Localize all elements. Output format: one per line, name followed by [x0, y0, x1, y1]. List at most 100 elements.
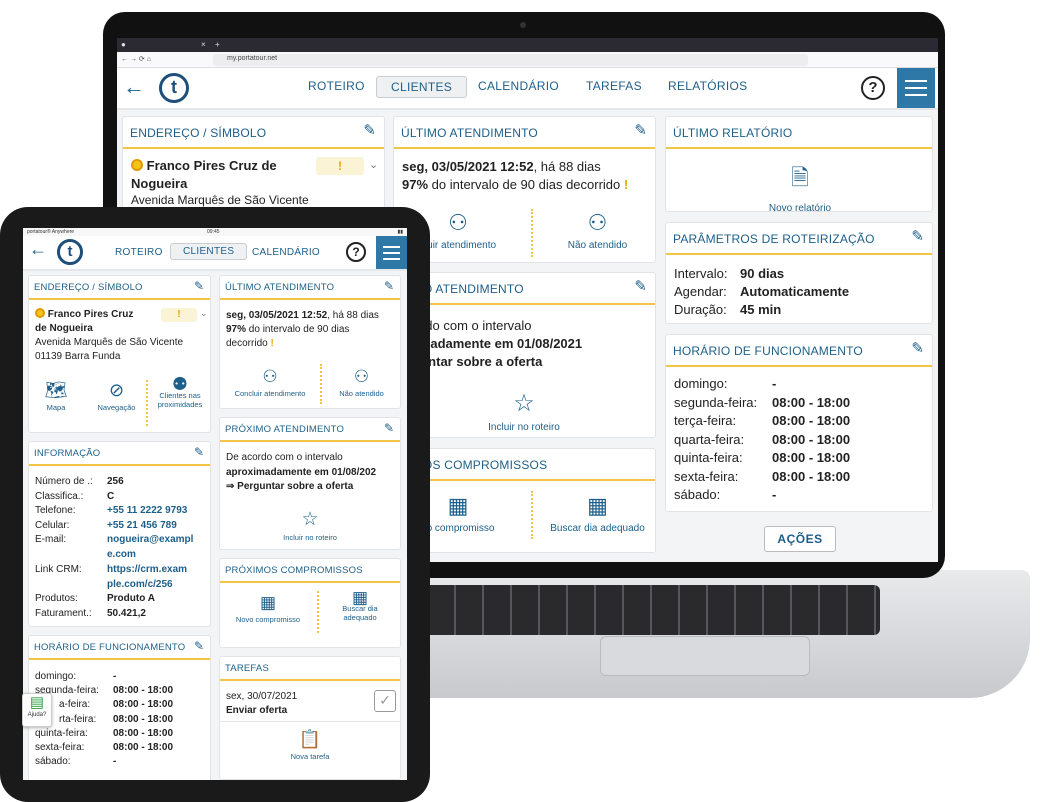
tab-clientes[interactable]: CLIENTES: [170, 243, 248, 260]
add-to-route-button[interactable]: ☆ Incluir no roteiro: [260, 508, 360, 542]
chevron-down-icon[interactable]: ⌄: [200, 308, 208, 319]
card-title: PRÓXIMOS COMPROMISSOS: [220, 559, 400, 583]
browser-tab-close-button[interactable]: ×: [201, 40, 206, 49]
card-title: HORÁRIO DE FUNCIONAMENTO: [29, 636, 210, 660]
divider: [531, 209, 533, 257]
navigation-button[interactable]: ⊘ Navegação: [89, 380, 144, 412]
new-report-button[interactable]: 🗎 Novo relatório: [730, 161, 870, 211]
map-icon: 🗺: [44, 380, 68, 400]
card-title: ÚLTIMO ATENDIMENTO: [220, 276, 400, 300]
crm-link[interactable]: https://crm.exam ple.com/c/256: [107, 563, 187, 592]
last-visit-ago: , há 88 dias: [327, 310, 379, 321]
person-check-icon: ⚇: [262, 367, 278, 386]
info-list: Número de .: 256 Classifica.: C Telefone: +…: [35, 476, 194, 619]
back-arrow-icon[interactable]: ←: [29, 239, 47, 260]
menu-button[interactable]: [897, 68, 935, 108]
chevron-down-icon[interactable]: ⌄: [369, 158, 378, 171]
pencil-icon[interactable]: ✎: [384, 421, 394, 435]
opening-hours-card: HORÁRIO DE FUNCIONAMENTO ✎ domingo: - seg…: [28, 635, 211, 780]
help-button[interactable]: ?: [346, 242, 366, 262]
warning-mark: !: [623, 177, 629, 192]
report-plus-icon: 🗎: [791, 165, 809, 190]
laptop-trackpad: [600, 636, 810, 676]
card-title: ÚLTIMO RELATÓRIO: [666, 117, 932, 149]
interval-percent: 97%: [402, 177, 429, 192]
divider: [146, 380, 148, 426]
person-question-icon: ⚇: [587, 210, 608, 235]
laptop-keyboard: [400, 585, 880, 635]
phone-link[interactable]: +55 11 2222 9793: [107, 505, 187, 516]
divider: [320, 364, 322, 404]
tablet-screen: portatour® Anywhere 09:45 ▮▮ ← t ROTEIRO…: [23, 228, 407, 780]
card-title: PARÂMETROS DE ROTEIRIZAÇÃO: [666, 223, 932, 255]
back-arrow-icon[interactable]: ←: [123, 74, 145, 100]
portatour-logo[interactable]: t: [159, 73, 189, 103]
routing-params-list: Intervalo: 90 dias Agendar: Automaticament…: [674, 265, 849, 319]
status-badge[interactable]: !: [316, 157, 364, 175]
browser-new-tab-button[interactable]: +: [215, 40, 220, 49]
people-icon: ⚉: [171, 374, 189, 394]
tab-calendario[interactable]: CALENDÁRIO: [252, 247, 320, 258]
not-visited-button[interactable]: ⚇ Não atendido: [323, 367, 400, 398]
tab-roteiro[interactable]: ROTEIRO: [308, 79, 365, 93]
map-button[interactable]: 🗺 Mapa: [31, 380, 81, 412]
url-input[interactable]: my.portatour.net: [213, 54, 808, 66]
portatour-logo[interactable]: t: [57, 239, 83, 265]
find-day-button[interactable]: ▦ Buscar dia adequado: [540, 493, 655, 534]
find-day-button[interactable]: ▦ Buscar dia adequado: [320, 588, 400, 622]
card-title: XIMO ATENDIMENTO: [394, 273, 655, 305]
card-title: TAREFAS: [220, 657, 400, 681]
info-card: INFORMAÇÃO ✎ Número de .: 256 Classifica.…: [28, 441, 211, 627]
address-card: ENDEREÇO / SÍMBOLO ✎ Franco Pires Cruz d…: [28, 275, 211, 433]
pencil-icon[interactable]: ✎: [634, 121, 647, 139]
add-to-route-button[interactable]: ☆ Incluir no roteiro: [454, 389, 594, 433]
customer-name: Franco Pires Cruz: [47, 309, 134, 320]
menu-button[interactable]: [376, 236, 407, 269]
card-title: ENDEREÇO / SÍMBOLO: [123, 117, 384, 149]
help-chat-button[interactable]: ▤ Ajuda?: [22, 693, 52, 727]
calendar-search-icon: ▦: [351, 588, 369, 607]
new-task-button[interactable]: 📋 Nova tarefa: [260, 729, 360, 761]
email-link[interactable]: nogueira@exampl e.com: [107, 533, 193, 562]
tasks-card: TAREFAS sex, 30/07/2021 Enviar oferta ✓ …: [219, 656, 401, 780]
mobile-link[interactable]: +55 21 456 789: [107, 520, 177, 531]
last-report-card: ÚLTIMO RELATÓRIO 🗎 Novo relatório: [665, 116, 933, 212]
tab-clientes[interactable]: CLIENTES: [376, 76, 468, 98]
appointments-card: XIMOS COMPROMISSOS ▦ vo compromisso ▦ Bu…: [393, 448, 656, 553]
last-visit-card: ÚLTIMO ATENDIMENTO ✎ seg, 03/05/2021 12:…: [219, 275, 401, 409]
tab-roteiro[interactable]: ROTEIRO: [115, 247, 163, 258]
pencil-icon[interactable]: ✎: [194, 639, 204, 653]
laptop-camera: [520, 22, 526, 28]
card-title: ÚLTIMO ATENDIMENTO: [394, 117, 655, 149]
pencil-icon[interactable]: ✎: [911, 227, 924, 245]
actions-button[interactable]: AÇÕES: [764, 526, 836, 552]
pencil-icon[interactable]: ✎: [363, 121, 376, 139]
complete-visit-button[interactable]: ⚇ Concluir atendimento: [222, 367, 318, 398]
new-appointment-button[interactable]: ▦ Novo compromisso: [222, 593, 314, 624]
sun-symbol-icon: [131, 159, 143, 171]
browser-favicon-icon: ●: [121, 40, 126, 49]
card-title: XIMOS COMPROMISSOS: [394, 449, 655, 481]
customer-name: Franco Pires Cruz de: [146, 158, 277, 173]
task-checkbox-icon[interactable]: ✓: [374, 690, 396, 712]
param-row: Agendar: Automaticamente: [674, 284, 850, 299]
interval-text: do intervalo de 90 dias: [246, 324, 350, 335]
divider: [531, 491, 533, 539]
card-title: HORÁRIO DE FUNCIONAMENTO: [666, 335, 932, 367]
tab-calendario[interactable]: CALENDÁRIO: [478, 79, 559, 93]
next-visit-card: PRÓXIMO ATENDIMENTO ✎ De acordo com o in…: [219, 417, 401, 550]
nearby-customers-button[interactable]: ⚉ Clientes nas proximidades: [149, 374, 210, 409]
help-button[interactable]: ?: [861, 76, 885, 100]
status-badge[interactable]: !: [161, 308, 197, 322]
opening-hours-list: domingo: - segunda-feira: 08:00 - 18:00 te…: [674, 376, 851, 502]
browser-nav-icons[interactable]: ← → ⟳ ⌂: [121, 55, 151, 63]
pencil-icon[interactable]: ✎: [384, 279, 394, 293]
pencil-icon[interactable]: ✎: [194, 445, 204, 459]
pencil-icon[interactable]: ✎: [634, 277, 647, 295]
not-visited-button[interactable]: ⚇ Não atendido: [540, 210, 655, 251]
pencil-icon[interactable]: ✎: [194, 279, 204, 293]
pencil-icon[interactable]: ✎: [911, 339, 924, 357]
calendar-search-icon: ▦: [587, 493, 608, 518]
tab-tarefas[interactable]: TAREFAS: [586, 79, 642, 93]
tab-relatorios[interactable]: RELATÓRIOS: [668, 79, 747, 93]
